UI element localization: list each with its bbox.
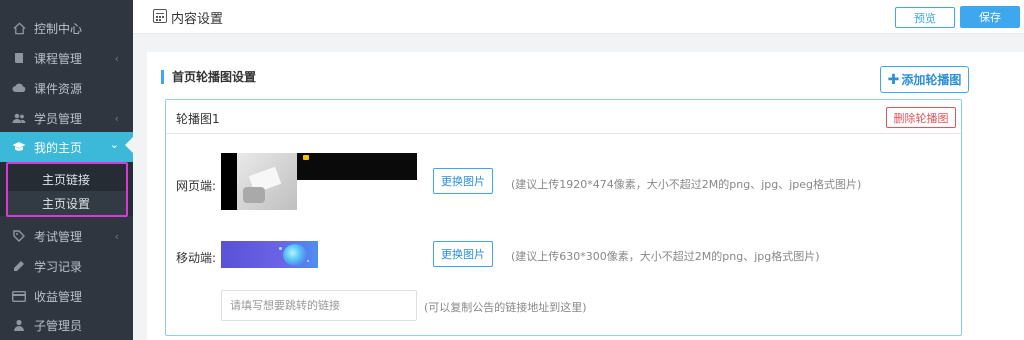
mobile-label: 移动端: bbox=[176, 251, 217, 265]
chevron-left-icon: ‹ bbox=[114, 51, 119, 65]
sidebar-item-revenue-management[interactable]: 收益管理 bbox=[0, 281, 133, 311]
card-icon bbox=[12, 289, 26, 303]
sidebar-item-student-management[interactable]: 学员管理 ‹ bbox=[0, 103, 133, 133]
web-banner-thumbnail[interactable] bbox=[221, 153, 417, 210]
sidebar-item-courseware[interactable]: 课件资源 bbox=[0, 73, 133, 103]
add-carousel-button[interactable]: ✚ 添加轮播图 bbox=[880, 66, 969, 93]
web-label: 网页端: bbox=[176, 179, 217, 193]
sidebar-item-label: 考试管理 bbox=[34, 229, 83, 244]
link-hint: (可以复制公告的链接地址到这里) bbox=[424, 301, 587, 314]
page-title: 内容设置 bbox=[171, 12, 224, 27]
change-web-image-button[interactable]: 更换图片 bbox=[433, 168, 493, 194]
carousel-title: 轮播图1 bbox=[176, 112, 220, 126]
pencil-icon bbox=[12, 259, 26, 273]
cart-icon bbox=[303, 155, 309, 160]
banner-dot bbox=[279, 247, 282, 250]
delete-carousel-button[interactable]: 删除轮播图 bbox=[886, 107, 956, 128]
banner-orb bbox=[283, 244, 307, 266]
banner-band bbox=[297, 153, 417, 180]
sidebar: 控制中心 课程管理 ‹ 课件资源 学员管理 ‹ 我的主页 ⌄ 主页链接 主页设置 bbox=[0, 0, 133, 340]
sidebar-item-label: 课件资源 bbox=[34, 81, 83, 96]
plus-icon: ✚ bbox=[887, 71, 900, 88]
chevron-left-icon: ‹ bbox=[114, 229, 119, 243]
banner-photo bbox=[237, 153, 297, 210]
calendar-icon bbox=[153, 9, 167, 23]
link-input[interactable] bbox=[221, 290, 417, 321]
user-icon bbox=[12, 318, 26, 332]
add-carousel-label: 添加轮播图 bbox=[901, 73, 962, 87]
sidebar-item-label: 学习记录 bbox=[34, 259, 83, 274]
home-icon bbox=[12, 21, 26, 35]
main-panel: 首页轮播图设置 ✚ 添加轮播图 轮播图1 删除轮播图 网页端: 更换图片 (建议… bbox=[147, 52, 1024, 340]
top-bar: 内容设置 预览 保存 bbox=[133, 0, 1024, 34]
mobile-banner-thumbnail[interactable] bbox=[221, 241, 318, 268]
graduation-cap-icon bbox=[12, 140, 26, 154]
web-image-hint: (建议上传1920*474像素，大小不超过2M的png、jpg、jpeg格式图片… bbox=[511, 178, 862, 191]
chevron-left-icon: ‹ bbox=[114, 111, 119, 125]
sidebar-item-learning-records[interactable]: 学习记录 bbox=[0, 251, 133, 281]
book-icon bbox=[12, 51, 26, 65]
sidebar-item-label: 收益管理 bbox=[34, 289, 83, 304]
preview-button[interactable]: 预览 bbox=[895, 7, 955, 28]
sidebar-item-label: 子管理员 bbox=[34, 318, 83, 333]
tag-icon bbox=[12, 229, 26, 243]
highlight-box bbox=[6, 162, 128, 217]
cloud-icon bbox=[12, 81, 26, 95]
carousel-card: 轮播图1 删除轮播图 网页端: 更换图片 (建议上传1920*474像素，大小不… bbox=[165, 99, 962, 336]
change-mobile-image-button[interactable]: 更换图片 bbox=[433, 241, 493, 267]
sidebar-item-exam-management[interactable]: 考试管理 ‹ bbox=[0, 221, 133, 251]
sidebar-item-label: 控制中心 bbox=[34, 21, 83, 36]
sidebar-item-label: 学员管理 bbox=[34, 111, 83, 126]
save-button[interactable]: 保存 bbox=[960, 6, 1020, 28]
sidebar-item-sub-admins[interactable]: 子管理员 bbox=[0, 310, 133, 340]
sidebar-item-course-management[interactable]: 课程管理 ‹ bbox=[0, 43, 133, 73]
sidebar-item-my-homepage[interactable]: 我的主页 ⌄ bbox=[0, 132, 133, 162]
active-indicator bbox=[125, 137, 133, 153]
sidebar-item-control-center[interactable]: 控制中心 bbox=[0, 13, 133, 43]
chevron-down-icon: ⌄ bbox=[109, 138, 119, 151]
users-icon bbox=[12, 111, 26, 125]
banner-lower bbox=[297, 180, 417, 210]
sidebar-item-label: 我的主页 bbox=[34, 140, 83, 155]
mobile-image-hint: (建议上传630*300像素，大小不超过2M的png、jpg格式图片) bbox=[511, 250, 820, 263]
section-title: 首页轮播图设置 bbox=[161, 70, 256, 84]
carousel-header: 轮播图1 删除轮播图 bbox=[166, 100, 961, 134]
banner-dot bbox=[307, 260, 309, 262]
sidebar-item-label: 课程管理 bbox=[34, 51, 83, 66]
